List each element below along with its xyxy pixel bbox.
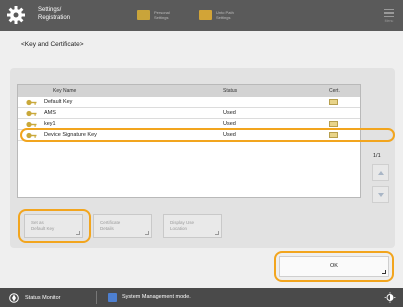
menu-icon (384, 9, 394, 17)
key-icon (26, 99, 37, 106)
button-corner-mark (215, 231, 219, 235)
page-indicator: 1/1 (373, 153, 381, 159)
set-default-line2: Default Key (31, 226, 55, 231)
certificate-icon (329, 99, 338, 105)
key-icon (26, 121, 37, 128)
status-divider (96, 291, 97, 304)
status-monitor-icon (9, 292, 19, 303)
scroll-up-icon (378, 171, 384, 175)
tab-unto-path-settings[interactable]: Unto Path Settings (199, 7, 234, 23)
topbar-title-line2: Registration (38, 15, 71, 21)
key-name: key1 (44, 121, 56, 127)
scroll-down-button[interactable] (372, 186, 389, 203)
tab-personal-line2: Settings (154, 15, 169, 20)
gear-icon[interactable] (6, 5, 26, 25)
top-bar: Settings/ Registration Personal Settings… (0, 0, 403, 31)
key-status: Used (223, 121, 236, 127)
topbar-title: Settings/ Registration (38, 6, 98, 22)
key-icon (26, 110, 37, 117)
menu-label: Menu (384, 19, 394, 23)
key-name: AMS (44, 110, 56, 116)
unto-path-settings-icon (199, 10, 212, 20)
button-corner-mark (76, 231, 80, 235)
certificate-icon (329, 121, 338, 127)
scroll-down-icon (378, 193, 384, 197)
system-message: System Management mode. (122, 294, 191, 300)
column-header-key-name: Key Name (53, 88, 77, 94)
certificate-icon (329, 132, 338, 138)
table-row[interactable]: AMS Used (18, 108, 360, 119)
screen-title: <Key and Certificate> (21, 41, 84, 48)
certificate-details-button[interactable]: Certificate Details (93, 214, 152, 238)
column-header-status: Status (223, 88, 238, 94)
button-corner-mark (382, 270, 386, 274)
topbar-title-line1: Settings/ (38, 7, 62, 13)
column-header-cert: Cert. (329, 88, 340, 94)
table-row[interactable]: Device Signature Key Used (18, 130, 360, 141)
personal-settings-icon (137, 10, 150, 20)
cert-details-line2: Details (100, 226, 114, 231)
key-status: Used (223, 132, 236, 138)
status-monitor-button[interactable]: Status Monitor (0, 288, 94, 307)
tab-unto-line2: Settings (216, 15, 231, 20)
key-name: Device Signature Key (44, 132, 97, 138)
table-row-selected[interactable]: key1 Used (18, 119, 360, 130)
key-list-table: Key Name Status Cert. Default Key AMS Us… (17, 84, 361, 198)
key-icon (26, 132, 37, 139)
status-monitor-label: Status Monitor (25, 294, 61, 301)
key-status: Used (223, 110, 236, 116)
display-use-location-button[interactable]: Display Use Location (163, 214, 222, 238)
ok-button[interactable]: OK (279, 256, 389, 277)
scroll-up-button[interactable] (372, 164, 389, 181)
set-as-default-key-button[interactable]: Set as Default Key (24, 214, 83, 238)
button-corner-mark (145, 231, 149, 235)
table-row[interactable]: Default Key (18, 97, 360, 108)
table-header: Key Name Status Cert. (18, 85, 360, 97)
menu-button[interactable]: Menu (380, 6, 398, 25)
status-bar: Status Monitor System Management mode. (0, 288, 403, 307)
tab-personal-settings[interactable]: Personal Settings (137, 7, 170, 23)
brightness-icon[interactable] (384, 292, 396, 303)
display-location-line2: Location (170, 226, 188, 231)
system-mode-icon (108, 293, 117, 302)
ok-label: OK (330, 263, 338, 269)
key-name: Default Key (44, 99, 73, 105)
